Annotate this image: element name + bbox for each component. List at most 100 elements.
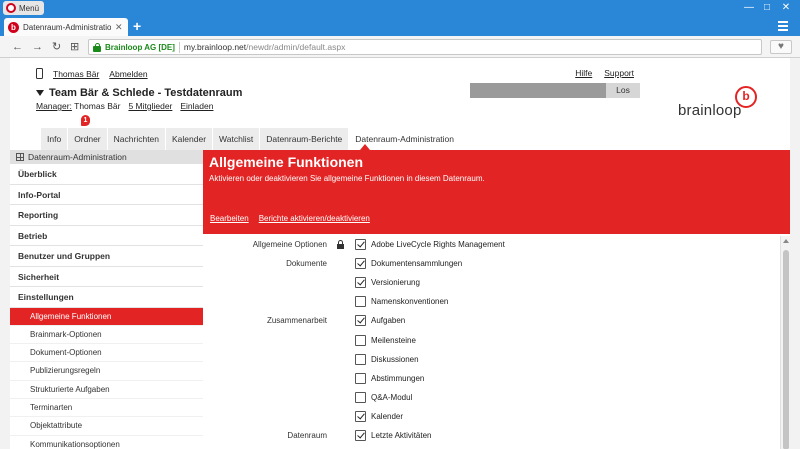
page-title: Allgemeine Funktionen [209,154,364,170]
option-checkbox[interactable] [355,296,366,308]
sidebar-item-betrieb[interactable]: Betrieb [10,226,203,246]
option-label: Abstimmungen [371,373,425,383]
option-row: Diskussionen [203,351,779,370]
tab-bar: b Datenraum-Administration ✕ + [0,17,800,36]
sidebar-item-sicherheit[interactable]: Sicherheit [10,267,203,287]
user-links: Thomas Bär Abmelden [36,68,148,79]
manager-label[interactable]: Manager: [36,101,72,111]
sidebar-item-benutzer-gruppen[interactable]: Benutzer und Gruppen [10,246,203,267]
option-row: Abstimmungen [203,370,779,389]
speed-dial-icon[interactable]: ⊞ [70,40,79,54]
edit-link[interactable]: Bearbeiten [210,214,249,223]
title-bar: Menü — □ ✕ [0,0,800,17]
sidebar-title: Datenraum-Administration [28,152,127,162]
option-label: Dokumentensammlungen [371,259,463,269]
option-checkbox[interactable] [355,410,366,422]
members-link[interactable]: 5 Mitglieder [128,101,172,111]
logout-link[interactable]: Abmelden [109,69,147,79]
opera-menu-button[interactable]: Menü [3,1,45,15]
sidebar-item-einstellungen[interactable]: Einstellungen [10,287,203,308]
sidebar-header: Datenraum-Administration [10,150,203,164]
sidebar-subitem-terminarten[interactable]: Terminarten [10,399,203,418]
sidebar-item-ueberblick[interactable]: Überblick [10,164,203,185]
option-row: Namenskonventionen [203,293,779,312]
option-checkbox[interactable] [355,391,366,403]
invite-link[interactable]: Einladen [180,101,213,111]
option-checkbox[interactable] [355,258,366,270]
url-text: my.brainloop.net/newdr/admin/default.asp… [184,42,345,52]
dataroom-title[interactable]: Team Bär & Schlede - Testdatenraum [36,87,242,99]
sidebar-subitem-objektattribute[interactable]: Objektattribute [10,417,203,436]
page-subtitle: Aktivieren oder deaktivieren Sie allgeme… [209,174,485,183]
tab-close-icon[interactable]: ✕ [115,22,123,33]
user-name-link[interactable]: Thomas Bär [53,69,99,79]
option-checkbox[interactable] [355,430,366,441]
option-checkbox[interactable] [355,239,366,250]
url-path: /newdr/admin/default.aspx [246,42,346,52]
option-label: Namenskonventionen [371,297,449,307]
option-checkbox[interactable] [355,334,366,346]
option-label: Aufgaben [371,316,406,326]
toggle-reports-link[interactable]: Berichte aktivieren/deaktivieren [259,214,370,223]
sidebar-subitem-allgemeine-funktionen[interactable]: Allgemeine Funktionen [10,307,203,326]
option-checkbox[interactable] [355,315,366,327]
menu-label: Menü [19,3,40,13]
content-scrollbar[interactable] [780,236,790,449]
url-field[interactable]: Brainloop AG [DE] my.brainloop.net/newdr… [88,39,762,55]
option-label: Adobe LiveCycle Rights Management [371,240,505,249]
sidebar-subitem-strukturierte-aufgaben[interactable]: Strukturierte Aufgaben [10,381,203,399]
admin-sidebar: Datenraum-Administration Überblick Info-… [10,150,203,449]
option-checkbox[interactable] [355,353,366,365]
dataroom-title-text: Team Bär & Schlede - Testdatenraum [49,87,243,99]
back-button[interactable]: ← [12,40,23,54]
sidebar-item-reporting[interactable]: Reporting [10,205,203,226]
mobile-phone-icon[interactable] [36,68,43,79]
option-row: Meilensteine [203,332,779,351]
option-row: Datenraum Letzte Aktivitäten [203,427,779,446]
scrollbar-thumb[interactable] [783,250,789,449]
sidebar-subitem-kommunikationsoptionen[interactable]: Kommunikationsoptionen [10,436,203,449]
sidebar-subitem-brainmark-optionen[interactable]: Brainmark-Optionen [10,326,203,345]
tab-nachrichten[interactable]: Nachrichten [107,128,166,150]
options-list: Allgemeine Optionen Adobe LiveCycle Right… [203,236,779,449]
address-bar: ← → ↻ ⊞ Brainloop AG [DE] my.brainloop.n… [0,36,800,58]
banner-actions: Bearbeiten Berichte aktivieren/deaktivie… [210,214,370,223]
tab-datenraum-berichte[interactable]: Datenraum-Berichte [260,128,349,150]
tab-info[interactable]: Info [41,128,68,150]
option-label: Versionierung [371,278,420,288]
tab-ordner[interactable]: Ordner [68,128,107,150]
bookmark-heart-icon[interactable]: ♥ [770,40,792,54]
search-input[interactable] [470,83,606,98]
brainloop-favicon-icon: b [8,21,19,33]
main-content: Allgemeine Funktionen Aktivieren oder de… [203,150,790,449]
search-button[interactable]: Los [606,83,640,98]
option-row: Dokumente Dokumentensammlungen [203,255,779,274]
opera-logo-icon [6,3,16,13]
sidebar-item-info-portal[interactable]: Info-Portal [10,185,203,205]
forward-button[interactable]: → [32,40,43,54]
padlock-icon [337,240,344,249]
option-label: Letzte Aktivitäten [371,431,432,440]
tab-watchlist[interactable]: Watchlist [213,128,260,150]
sidebar-subitem-publizierungsregeln[interactable]: Publizierungsregeln [10,362,203,381]
close-window-button[interactable]: ✕ [780,2,792,14]
tab-menu-icon[interactable] [778,21,788,33]
maximize-button[interactable]: □ [761,2,773,14]
scroll-up-icon[interactable] [783,239,789,243]
new-tab-button[interactable]: + [133,19,141,33]
logo-b-icon: b [735,86,757,108]
minimize-button[interactable]: — [743,2,755,14]
reload-button[interactable]: ↻ [52,40,61,54]
browser-tab[interactable]: b Datenraum-Administration ✕ [4,18,128,36]
support-link[interactable]: Support [604,68,634,78]
help-link[interactable]: Hilfe [575,68,592,78]
messages-count-badge: 1 [81,115,90,126]
manager-name: Thomas Bär [74,101,121,111]
logo-text: brainloop [678,102,742,119]
option-checkbox[interactable] [355,277,366,289]
url-divider [178,41,180,53]
option-checkbox[interactable] [355,372,366,384]
sidebar-subitem-dokument-optionen[interactable]: Dokument-Optionen [10,344,203,363]
tab-kalender[interactable]: Kalender [166,128,213,150]
section-banner: Allgemeine Funktionen Aktivieren oder de… [203,150,790,234]
